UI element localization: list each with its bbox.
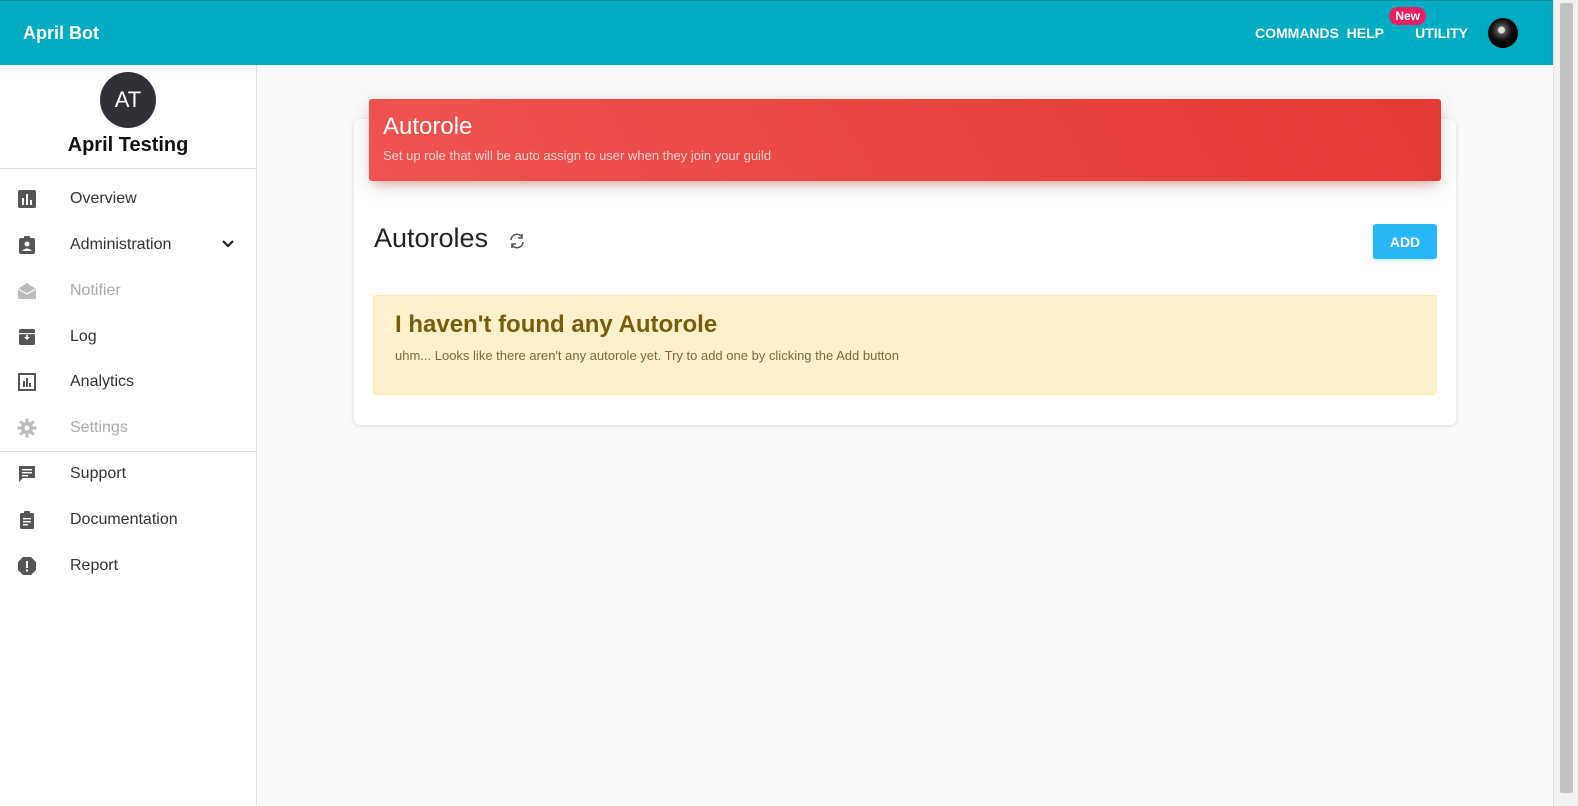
nav-commands-link[interactable]: COMMANDS (1255, 25, 1339, 41)
chevron-down-icon[interactable] (220, 236, 236, 252)
card-header: Autorole Set up role that will be auto a… (369, 99, 1441, 181)
sidebar-item-overview[interactable]: Overview (0, 176, 256, 222)
sidebar-item-notifier[interactable]: Notifier (0, 268, 256, 314)
bar-chart-icon (18, 190, 36, 208)
user-avatar[interactable] (1488, 18, 1518, 48)
sidebar-divider (0, 168, 256, 169)
card-title: Autorole (383, 113, 473, 140)
sidebar-item-label: Documentation (70, 511, 178, 528)
sidebar-item-analytics[interactable]: Analytics (0, 359, 256, 405)
refresh-icon[interactable] (508, 232, 526, 250)
sidebar-item-label: Overview (70, 190, 137, 207)
alert-text: uhm... Looks like there aren't any autor… (395, 348, 900, 363)
add-button[interactable]: ADD (1373, 224, 1437, 259)
nav-utility-link[interactable]: UTILITY (1415, 25, 1468, 41)
sidebar-item-label: Log (70, 328, 97, 345)
envelope-open-icon (17, 283, 37, 299)
sidebar: AT April Testing Overview Administration… (0, 65, 257, 806)
gear-icon (17, 418, 37, 438)
card-subtitle: Set up role that will be auto assign to … (383, 148, 772, 163)
report-icon (18, 557, 36, 575)
nav-help-link[interactable]: HELP (1347, 25, 1384, 41)
sidebar-item-label: Report (70, 557, 119, 574)
guild-name: April Testing (67, 134, 189, 156)
sidebar-item-settings[interactable]: Settings (0, 405, 256, 451)
sidebar-item-report[interactable]: Report (0, 543, 256, 589)
document-icon (20, 511, 34, 529)
clipboard-account-icon (19, 236, 35, 254)
top-nav: COMMANDS HELP New UTILITY (1153, 1, 1553, 66)
sidebar-item-administration[interactable]: Administration (0, 222, 256, 268)
brand-title[interactable]: April Bot (23, 23, 99, 44)
alert-title: I haven't found any Autorole (395, 311, 718, 338)
sidebar-item-support[interactable]: Support (0, 451, 256, 497)
new-badge: New (1389, 7, 1426, 25)
archive-icon (19, 329, 35, 345)
page-scrollbar[interactable] (1553, 0, 1578, 806)
empty-state-alert: I haven't found any Autorole uhm... Look… (373, 295, 1437, 395)
top-app-bar: April Bot COMMANDS HELP New UTILITY (0, 0, 1553, 65)
sidebar-item-log[interactable]: Log (0, 314, 256, 360)
sidebar-item-documentation[interactable]: Documentation (0, 497, 256, 543)
analytics-icon (18, 373, 36, 391)
sidebar-item-label: Notifier (70, 282, 121, 299)
section-title: Autoroles (374, 223, 489, 253)
sidebar-item-label: Support (70, 465, 127, 482)
guild-avatar: AT (100, 72, 156, 128)
scrollbar-thumb[interactable] (1560, 3, 1573, 793)
sidebar-item-label: Settings (70, 419, 128, 436)
chat-icon (19, 466, 35, 482)
sidebar-item-label: Analytics (70, 373, 135, 390)
sidebar-item-label: Administration (70, 236, 172, 253)
